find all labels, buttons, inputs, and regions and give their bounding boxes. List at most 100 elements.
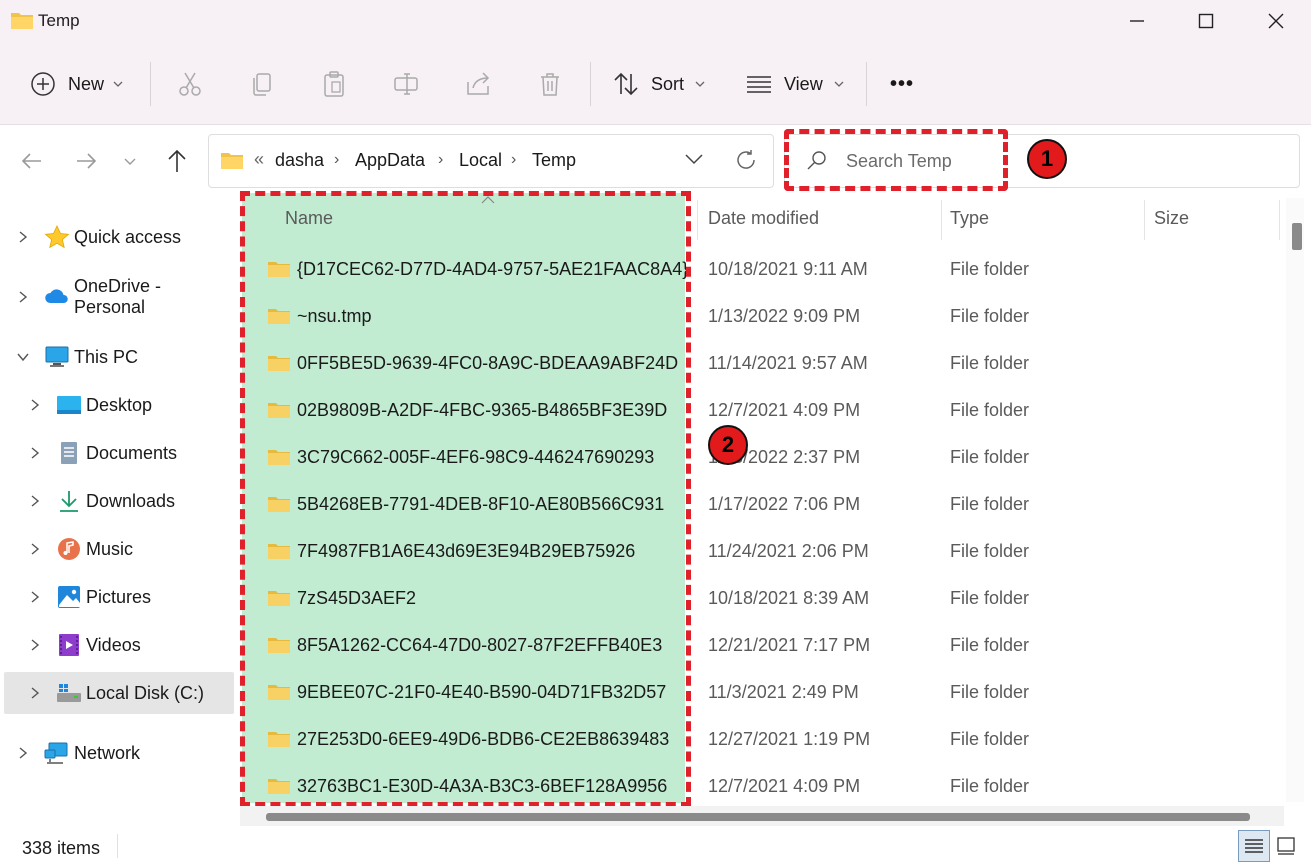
sidebar-item-this-pc[interactable]: This PC <box>0 334 234 380</box>
column-divider[interactable] <box>1144 200 1145 240</box>
rename-button[interactable] <box>392 64 420 104</box>
sidebar-item-quick-access[interactable]: Quick access <box>0 214 234 260</box>
chevron-right-icon[interactable] <box>28 542 42 556</box>
chevron-right-icon[interactable] <box>28 494 42 508</box>
minimize-icon <box>1130 20 1144 22</box>
sidebar-item-desktop[interactable]: Desktop <box>0 382 234 428</box>
file-type: File folder <box>950 259 1030 279</box>
chevron-down-icon <box>113 81 123 87</box>
chevron-right-icon[interactable] <box>28 638 42 652</box>
vertical-scrollbar[interactable] <box>1286 198 1304 802</box>
copy-button[interactable] <box>248 64 276 104</box>
breadcrumb-appdata[interactable]: AppData <box>355 150 425 171</box>
more-options-button[interactable]: ••• <box>890 64 914 104</box>
paste-button[interactable] <box>320 64 348 104</box>
sidebar-item-videos[interactable]: Videos <box>0 622 234 668</box>
sidebar-item-label: Desktop <box>86 394 153 415</box>
file-type: File folder <box>950 682 1030 702</box>
file-date-modified: 11/24/2021 2:06 PM <box>708 541 869 561</box>
sidebar-item-local-disk[interactable]: Local Disk (C:) <box>4 672 234 714</box>
column-header-type[interactable]: Type <box>950 208 989 229</box>
sidebar-item-label: Documents <box>86 442 178 463</box>
sidebar-item-label: Pictures <box>86 586 152 607</box>
annotation-frame-search-box <box>784 129 1008 191</box>
status-divider <box>117 834 118 858</box>
column-divider[interactable] <box>1279 200 1280 240</box>
sort-label: Sort <box>651 73 685 94</box>
forward-arrow-icon[interactable] <box>74 149 98 173</box>
folder-icon <box>221 153 243 169</box>
sort-button[interactable]: Sort <box>612 64 706 104</box>
cloud-icon <box>45 289 68 303</box>
status-item-count: 338 items <box>22 838 101 858</box>
toolbar-divider <box>866 62 867 106</box>
minimize-button[interactable] <box>1102 0 1172 42</box>
download-icon <box>60 491 78 512</box>
chevron-right-icon[interactable] <box>28 686 42 700</box>
file-type: File folder <box>950 494 1030 514</box>
share-icon <box>467 72 490 95</box>
details-view-button[interactable] <box>1238 830 1270 862</box>
chevron-right-icon[interactable] <box>28 398 42 412</box>
sidebar-item-pictures[interactable]: Pictures <box>0 574 234 620</box>
chevron-down-icon[interactable] <box>16 350 30 364</box>
file-date-modified: 1/13/2022 9:09 PM <box>708 306 861 326</box>
cut-button[interactable] <box>176 64 204 104</box>
file-date-modified: 10/18/2021 8:39 AM <box>708 588 870 608</box>
toolbar-divider <box>590 62 591 106</box>
file-date-modified: 12/27/2021 1:19 PM <box>708 729 871 749</box>
trash-icon <box>541 73 559 96</box>
chevron-right-icon[interactable] <box>28 590 42 604</box>
horizontal-scrollbar-thumb[interactable] <box>266 813 1250 821</box>
sidebar-item-network[interactable]: Network <box>0 730 234 776</box>
sidebar-item-downloads[interactable]: Downloads <box>0 478 234 524</box>
large-icons-view-icon <box>1277 837 1295 855</box>
sidebar-item-music[interactable]: Music <box>0 526 234 572</box>
refresh-icon[interactable] <box>734 148 758 172</box>
column-divider[interactable] <box>697 200 698 240</box>
breadcrumb-separator-icon: › <box>334 151 340 168</box>
back-arrow-icon[interactable] <box>20 149 44 173</box>
folder-icon <box>11 13 33 29</box>
file-type: File folder <box>950 447 1030 467</box>
documents-icon <box>61 442 77 464</box>
address-history-chevron-icon[interactable] <box>684 152 704 166</box>
up-arrow-icon[interactable] <box>165 148 189 174</box>
maximize-button[interactable] <box>1171 0 1241 42</box>
preview-view-button[interactable] <box>1276 836 1296 856</box>
file-date-modified: 10/18/2021 9:11 AM <box>708 259 868 279</box>
plus-circle-icon <box>31 72 55 96</box>
breadcrumb-dasha[interactable]: dasha <box>275 150 324 171</box>
new-label: New <box>68 73 105 94</box>
sidebar-item-onedrive[interactable]: OneDrive - Personal <box>0 274 234 320</box>
recent-locations-chevron-icon[interactable] <box>123 154 137 168</box>
chevron-right-icon[interactable] <box>28 446 42 460</box>
column-header-date-modified[interactable]: Date modified <box>708 208 819 229</box>
share-button[interactable] <box>464 64 492 104</box>
new-button[interactable]: New <box>30 64 124 104</box>
chevron-right-icon[interactable] <box>16 746 30 760</box>
sidebar-item-documents[interactable]: Documents <box>0 430 234 476</box>
file-date-modified: 11/14/2021 9:57 AM <box>708 353 868 373</box>
annotation-badge-1: 1 <box>1027 139 1067 179</box>
breadcrumb-temp[interactable]: Temp <box>532 150 576 171</box>
chevron-down-icon <box>695 81 705 87</box>
column-header-size[interactable]: Size <box>1154 208 1189 229</box>
sort-icon <box>614 72 638 96</box>
star-icon <box>44 225 70 249</box>
sidebar-item-label: Quick access <box>74 226 182 247</box>
chevron-right-icon[interactable] <box>16 290 30 304</box>
breadcrumb-local[interactable]: Local <box>459 150 502 171</box>
view-button[interactable]: View <box>746 64 845 104</box>
breadcrumb-separator-icon: › <box>511 151 517 168</box>
file-date-modified: 1/17/2022 7:06 PM <box>708 494 861 514</box>
column-divider[interactable] <box>941 200 942 240</box>
vertical-scrollbar-thumb[interactable] <box>1292 223 1302 250</box>
toolbar-divider <box>150 62 151 106</box>
network-icon <box>44 742 68 764</box>
file-type: File folder <box>950 588 1030 608</box>
close-button[interactable] <box>1241 0 1311 42</box>
chevron-right-icon[interactable] <box>16 230 30 244</box>
breadcrumb-overflow[interactable]: « <box>254 149 264 170</box>
delete-button[interactable] <box>536 64 564 104</box>
